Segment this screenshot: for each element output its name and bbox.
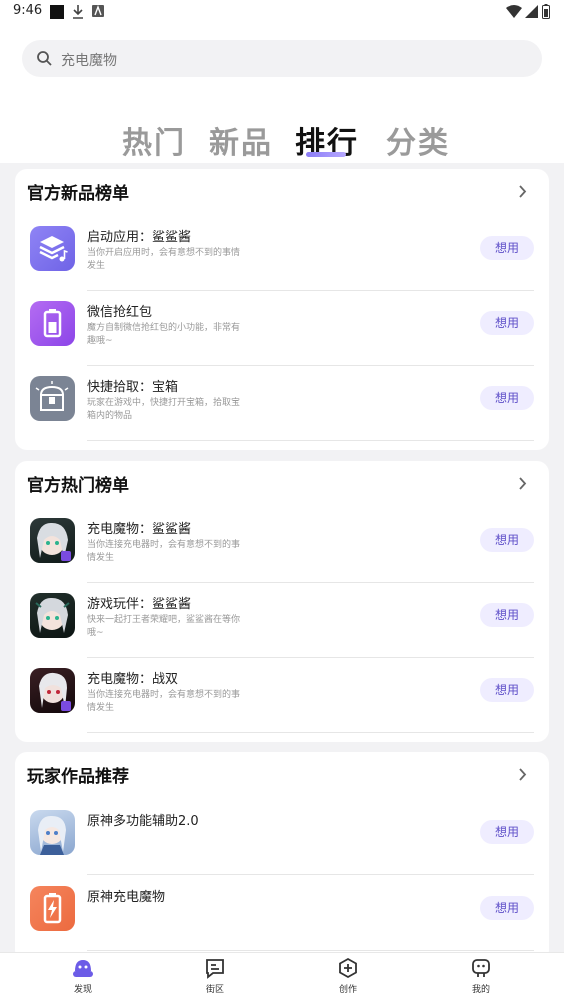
want-button[interactable]: 想用 xyxy=(480,820,534,844)
item-description: 玩家在游戏中，快捷打开宝箱，拾取宝箱内的物品 xyxy=(87,398,241,421)
tab-new[interactable]: 新品 xyxy=(209,118,273,162)
nav-create[interactable]: 创作 xyxy=(318,957,378,995)
app-notification-icon xyxy=(92,5,104,17)
charging-bolt-icon xyxy=(30,886,75,931)
item-name: 原神充电魔物 xyxy=(87,890,166,905)
anime-girl-avatar-icon xyxy=(30,593,75,638)
nav-label: 我的 xyxy=(471,985,490,995)
nav-street[interactable]: 街区 xyxy=(185,957,245,995)
battery-icon xyxy=(30,301,75,346)
nav-label: 创作 xyxy=(338,985,357,995)
create-plus-icon xyxy=(339,957,357,979)
list-item[interactable]: 充电魔物：战双 当你连接充电器时，会有意想不到的事情发生 想用 xyxy=(15,658,549,733)
item-description: 当你连接充电器时，会有意想不到的事情发生 xyxy=(87,690,241,713)
divider xyxy=(87,732,534,733)
list-item[interactable]: 快捷拾取：宝箱 玩家在游戏中，快捷打开宝箱，拾取宝箱内的物品 想用 xyxy=(15,366,549,441)
divider xyxy=(87,440,534,441)
section-title: 官方热门榜单 xyxy=(27,476,129,496)
nav-profile[interactable]: 我的 xyxy=(451,957,511,995)
list-item[interactable]: 游戏玩伴：鲨鲨酱 快来一起打王者荣耀吧，鲨鲨酱在等你哦~ 想用 xyxy=(15,583,549,658)
list-item[interactable]: 充电魔物：鲨鲨酱 当你连接充电器时，会有意想不到的事情发生 想用 xyxy=(15,508,549,583)
nav-label: 发现 xyxy=(73,985,92,995)
item-description: 当你连接充电器时，会有意想不到的事情发生 xyxy=(87,540,241,563)
chevron-right-icon[interactable] xyxy=(519,768,527,781)
chevron-right-icon[interactable] xyxy=(519,185,527,198)
battery-status-icon xyxy=(542,4,550,19)
profile-icon xyxy=(472,959,490,977)
want-button[interactable]: 想用 xyxy=(480,386,534,410)
section-title: 玩家作品推荐 xyxy=(27,767,129,787)
anime-character-avatar-icon xyxy=(30,810,75,855)
want-button[interactable]: 想用 xyxy=(480,311,534,335)
tab-category[interactable]: 分类 xyxy=(386,118,450,162)
category-tabs: 热门 新品 排行 分类 xyxy=(0,118,564,163)
status-time: 9:46 xyxy=(13,3,43,18)
item-description: 快来一起打王者荣耀吧，鲨鲨酱在等你哦~ xyxy=(87,615,241,638)
item-name: 游戏玩伴：鲨鲨酱 xyxy=(87,597,192,612)
item-name: 充电魔物：战双 xyxy=(87,672,179,687)
layers-music-icon xyxy=(30,226,75,271)
item-name: 快捷拾取：宝箱 xyxy=(87,380,179,395)
anime-girl-avatar-icon xyxy=(30,668,75,713)
list-item[interactable]: 原神多功能辅助2.0 想用 xyxy=(15,800,549,875)
want-button[interactable]: 想用 xyxy=(480,896,534,920)
chevron-right-icon[interactable] xyxy=(519,477,527,490)
download-icon xyxy=(73,5,83,19)
want-button[interactable]: 想用 xyxy=(480,528,534,552)
street-icon xyxy=(206,959,224,979)
status-bar: 9:46 xyxy=(0,0,564,26)
anime-girl-avatar-icon xyxy=(30,518,75,563)
list-item[interactable]: 原神充电魔物 想用 xyxy=(15,876,549,951)
want-button[interactable]: 想用 xyxy=(480,603,534,627)
active-tab-indicator xyxy=(306,152,346,157)
section-title: 官方新品榜单 xyxy=(27,184,129,204)
notification-square-icon xyxy=(50,5,64,19)
tab-hot[interactable]: 热门 xyxy=(122,118,186,162)
section-player-works: 玩家作品推荐 原神多功能辅助2.0 想用 原神充电魔物 想用 xyxy=(15,752,549,962)
want-button[interactable]: 想用 xyxy=(480,236,534,260)
item-name: 充电魔物：鲨鲨酱 xyxy=(87,522,192,537)
item-name: 微信抢红包 xyxy=(87,305,153,320)
divider xyxy=(87,874,534,875)
search-placeholder: 充电魔物 xyxy=(61,53,117,69)
list-item[interactable]: 微信抢红包 魔方自制微信抢红包的小功能，非常有趣哦~ 想用 xyxy=(15,291,549,366)
list-item[interactable]: 启动应用：鲨鲨酱 当你开启应用时，会有意想不到的事情发生 想用 xyxy=(15,216,549,291)
nav-discover[interactable]: 发现 xyxy=(53,957,113,995)
nav-label: 街区 xyxy=(205,985,224,995)
discover-icon xyxy=(73,960,93,977)
item-name: 原神多功能辅助2.0 xyxy=(87,814,199,829)
divider xyxy=(87,950,534,951)
item-description: 当你开启应用时，会有意想不到的事情发生 xyxy=(87,248,241,271)
search-bar[interactable]: 充电魔物 xyxy=(22,40,542,77)
item-description: 魔方自制微信抢红包的小功能，非常有趣哦~ xyxy=(87,323,241,346)
item-name: 启动应用：鲨鲨酱 xyxy=(87,230,192,245)
bottom-navigation: 发现 街区 创作 我的 xyxy=(0,952,564,1004)
section-official-new: 官方新品榜单 启动应用：鲨鲨酱 当你开启应用时，会有意想不到的事情发生 想用 微… xyxy=(15,169,549,450)
signal-icon xyxy=(525,5,538,18)
section-official-hot: 官方热门榜单 充电魔物：鲨鲨酱 当你连接充电器时，会有意想不到的事情发生 想用 … xyxy=(15,461,549,742)
want-button[interactable]: 想用 xyxy=(480,678,534,702)
wifi-icon xyxy=(506,5,522,18)
search-icon xyxy=(37,51,52,66)
treasure-chest-icon xyxy=(30,376,75,421)
